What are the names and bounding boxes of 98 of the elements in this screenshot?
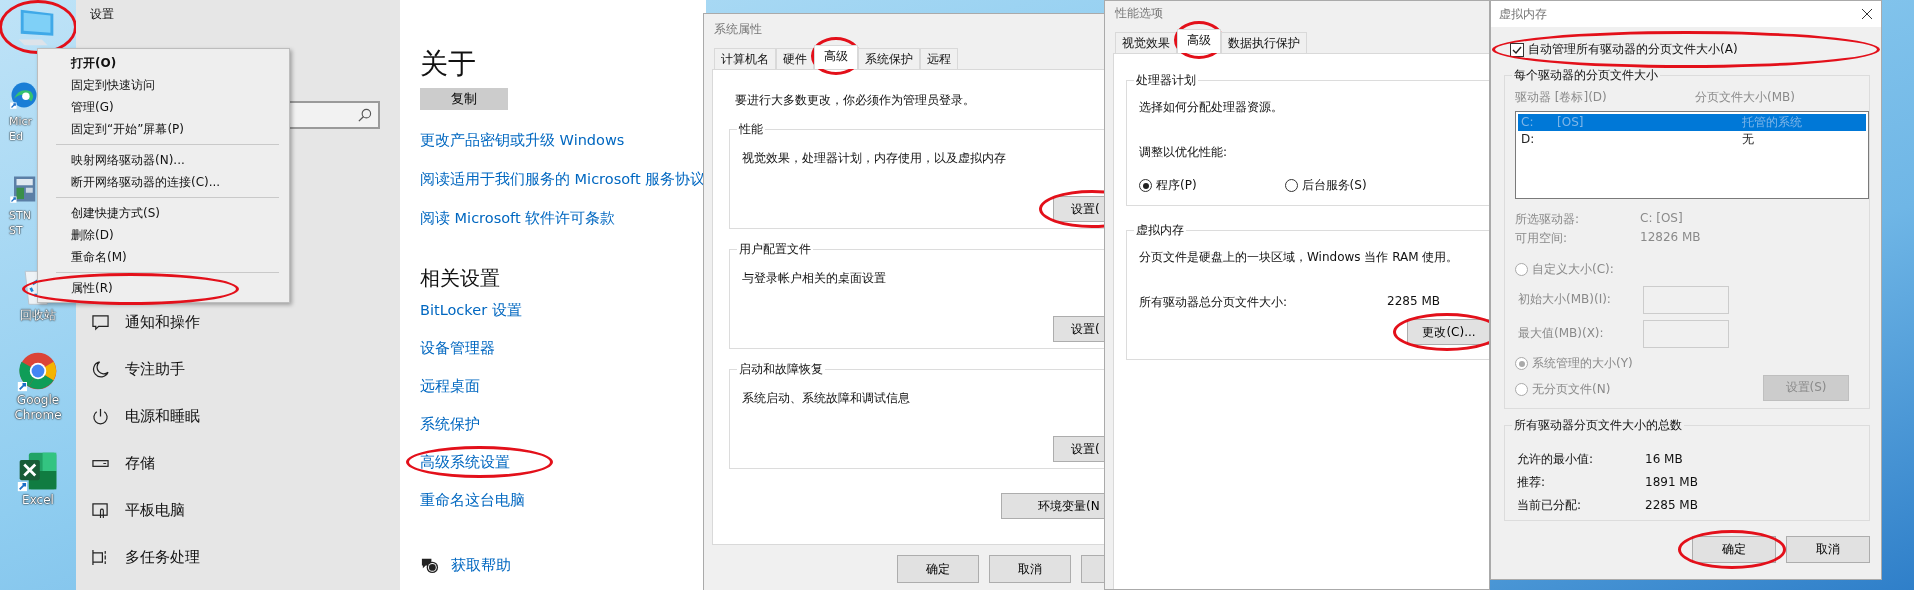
field-label: 初始大小(MB)(I): xyxy=(1517,291,1612,308)
menu-item[interactable]: 打开(O) xyxy=(38,52,289,74)
group-title: 用户配置文件 xyxy=(737,242,813,256)
settings-link[interactable]: 更改产品密钥或升级 Windows xyxy=(420,130,706,150)
checkbox-option[interactable]: 自动管理所有驱动器的分页文件大小(A) xyxy=(1510,41,1760,58)
info-label: 所选驱动器: xyxy=(1515,210,1581,228)
tab[interactable]: 数据执行保护 xyxy=(1221,32,1307,53)
menu-item[interactable]: 创建快捷方式(S) xyxy=(38,202,289,224)
total-value: 2285 MB xyxy=(1387,294,1440,310)
copy-button[interactable]: 复制 xyxy=(420,88,508,110)
settings-button[interactable]: 设置( xyxy=(1053,196,1105,222)
total-value: 1891 MB xyxy=(1645,473,1698,491)
group-description: 系统启动、系统故障和调试信息 xyxy=(742,390,911,407)
menu-item[interactable]: 重命名(M) xyxy=(38,246,289,268)
menu-item[interactable]: 属性(R) xyxy=(38,277,289,299)
column-header: 驱动器 [卷标](D) xyxy=(1515,88,1608,106)
window-title: 系统属性 xyxy=(714,21,763,38)
info-value: C: [OS] xyxy=(1640,210,1683,227)
info-value: 12826 MB xyxy=(1640,229,1701,246)
tab[interactable]: 高级 xyxy=(814,45,858,69)
menu-item[interactable]: 固定到“开始”屏幕(P) xyxy=(38,118,289,140)
settings-link[interactable]: 阅读 Microsoft 软件许可条款 xyxy=(420,208,706,228)
moon-icon xyxy=(92,361,109,378)
settings-link[interactable]: BitLocker 设置 xyxy=(420,300,522,320)
settings-button[interactable]: 设置( xyxy=(1053,436,1105,462)
desktop-icon-label: Micr xyxy=(9,114,33,129)
help-link[interactable]: 获取帮助 xyxy=(451,555,511,575)
speech-bubble-icon xyxy=(92,314,109,331)
window-title: 设置 xyxy=(90,6,115,23)
group-description: 选择如何分配处理器资源。 xyxy=(1139,99,1284,116)
tab[interactable]: 远程 xyxy=(920,48,958,69)
environment-variables-button[interactable]: 环境变量(N xyxy=(1001,493,1105,519)
desktop-icon-label: STN xyxy=(9,208,31,223)
sidebar-item[interactable]: 平板电脑 xyxy=(90,487,400,534)
desktop-icon-label: ST xyxy=(9,223,23,238)
group-title: 所有驱动器分页文件大小的总数 xyxy=(1512,417,1684,432)
tab[interactable]: 视觉效果 xyxy=(1115,32,1177,53)
group-title: 性能 xyxy=(737,122,765,136)
column-header: 分页文件大小(MB) xyxy=(1695,88,1795,106)
menu-item[interactable]: 管理(G) xyxy=(38,96,289,118)
group-title: 虚拟内存 xyxy=(1134,223,1186,237)
total-label: 允许的最小值: xyxy=(1517,450,1595,468)
settings-link[interactable]: 设备管理器 xyxy=(420,338,495,358)
total-label: 所有驱动器总分页文件大小: xyxy=(1139,294,1288,311)
close-icon[interactable] xyxy=(1861,8,1873,20)
desktop-icon-label: Google xyxy=(16,393,60,408)
total-value: 16 MB xyxy=(1645,450,1683,468)
settings-button[interactable]: 设置( xyxy=(1053,316,1105,342)
desktop-icon-label: Chrome xyxy=(14,408,62,423)
search-icon xyxy=(357,107,372,123)
menu-item[interactable]: 删除(D) xyxy=(38,224,289,246)
sidebar-item[interactable]: 通知和操作 xyxy=(90,299,400,346)
dialog-button[interactable]: 取消 xyxy=(1786,535,1870,563)
total-label: 推荐: xyxy=(1517,473,1547,491)
page-heading: 关于 xyxy=(420,46,476,82)
change-button[interactable]: 更改(C)... xyxy=(1407,319,1489,345)
dialog-button[interactable]: 确定 xyxy=(1692,535,1776,563)
settings-link[interactable]: 系统保护 xyxy=(420,414,480,434)
menu-item[interactable]: 固定到快速访问 xyxy=(38,74,289,96)
tab[interactable]: 计算机名 xyxy=(714,48,776,69)
group-title: 处理器计划 xyxy=(1134,73,1198,87)
radio-option[interactable]: 后台服务(S) xyxy=(1284,177,1367,194)
sidebar-item[interactable]: 存储 xyxy=(90,440,400,487)
total-label: 当前已分配: xyxy=(1517,496,1583,514)
group-description: 视觉效果，处理器计划，内存使用，以及虚拟内存 xyxy=(742,150,1007,167)
notice-text: 要进行大多数更改，你必须作为管理员登录。 xyxy=(734,92,976,109)
dialog-button[interactable]: 取消 xyxy=(989,555,1071,583)
section-heading: 相关设置 xyxy=(420,265,500,292)
info-label: 可用空间: xyxy=(1515,229,1569,247)
tab[interactable]: 系统保护 xyxy=(858,48,920,69)
radio-option[interactable]: 程序(P) xyxy=(1139,177,1197,194)
window-title: 虚拟内存 xyxy=(1499,5,1547,23)
settings-link[interactable]: 重命名这台电脑 xyxy=(420,490,525,510)
power-icon xyxy=(92,408,109,425)
total-value: 2285 MB xyxy=(1645,496,1698,514)
window-title: 性能选项 xyxy=(1115,5,1164,22)
group-title: 启动和故障恢复 xyxy=(737,362,825,376)
group-description: 分页文件是硬盘上的一块区域，Windows 当作 RAM 使用。 xyxy=(1139,249,1460,266)
desktop-icon-label: Excel xyxy=(22,493,54,508)
desktop-icon-label: Ed xyxy=(9,129,23,144)
tab[interactable]: 高级 xyxy=(1177,29,1221,53)
menu-item[interactable]: 映射网络驱动器(N)... xyxy=(38,149,289,171)
menu-item[interactable]: 断开网络驱动器的连接(C)... xyxy=(38,171,289,193)
sidebar-item[interactable]: 专注助手 xyxy=(90,346,400,393)
tablet-icon xyxy=(92,502,109,519)
group-description: 与登录帐户相关的桌面设置 xyxy=(742,270,887,287)
sidebar-item[interactable]: 多任务处理 xyxy=(90,534,400,581)
sidebar-item[interactable]: 电源和睡眠 xyxy=(90,393,400,440)
group-title: 每个驱动器的分页文件大小 xyxy=(1512,67,1660,82)
dialog-button[interactable]: 确定 xyxy=(897,555,979,583)
settings-link[interactable]: 阅读适用于我们服务的 Microsoft 服务协议 xyxy=(420,169,706,189)
settings-link[interactable]: 高级系统设置 xyxy=(420,452,510,472)
option-prompt: 调整以优化性能: xyxy=(1139,144,1229,161)
multitask-icon xyxy=(92,549,109,566)
tab[interactable]: 硬件 xyxy=(776,48,814,69)
field-label: 最大值(MB)(X): xyxy=(1517,325,1605,342)
desktop-icon-label: 回收站 xyxy=(20,308,56,323)
settings-link[interactable]: 远程桌面 xyxy=(420,376,480,396)
